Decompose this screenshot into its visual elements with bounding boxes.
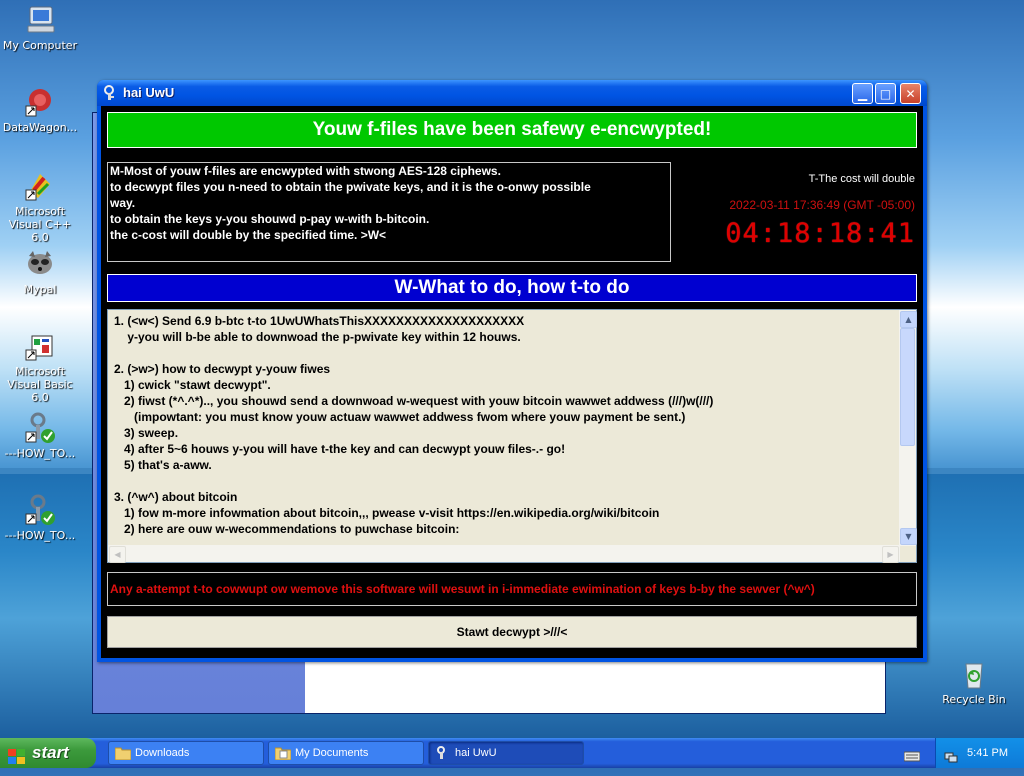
desktop-icon-label: Microsoft Visual Basic 6.0 [7,365,73,404]
desktop-icon-visual-basic[interactable]: Microsoft Visual Basic 6.0 [0,330,80,404]
task-my-documents[interactable]: My Documents [268,741,424,765]
message-line: the c-cost will double by the specified … [110,228,387,242]
instruction-line: 5) that's a-aww. [114,458,212,472]
close-button[interactable]: ✕ [900,83,921,104]
chevron-left-icon: ◀ [114,550,121,559]
scroll-left-button[interactable]: ◀ [109,546,126,563]
countdown-timer: 04:18:18:41 [725,218,915,249]
key-app-icon [103,85,119,101]
chevron-up-icon: ▲ [905,315,912,324]
ransom-window[interactable]: hai UwU ▁ □ ✕ Youw f-files have been saf… [97,80,927,662]
deadline-timestamp: 2022-03-11 17:36:49 (GMT -05:00) [729,198,915,212]
instruction-line [114,345,894,361]
chevron-down-icon: ▼ [905,532,912,541]
desktop-icon-label: My Computer [2,39,78,52]
instruction-line: 4) after 5~6 houws y-you will have t-the… [114,442,566,456]
desktop-icon-label: Recycle Bin [942,693,1006,706]
desktop-icon-visual-cpp[interactable]: Microsoft Visual C++ 6.0 [0,170,80,244]
scroll-up-button[interactable]: ▲ [900,311,917,328]
desktop-icon-label: Microsoft Visual C++ 6.0 [8,205,72,244]
close-icon: ✕ [905,87,916,101]
key-check-icon [24,494,56,526]
maximize-icon: □ [879,87,892,101]
window-titlebar[interactable]: hai UwU ▁ □ ✕ [97,80,927,106]
instruction-line: 1) cwick "stawt decwypt". [114,378,271,392]
instruction-line: 3. (^w^) about bitcoin [114,490,238,504]
visual-cpp-icon [24,170,56,202]
instruction-line: 2) here are ouw w-wecommendations to puw… [114,522,460,536]
instruction-line [114,473,894,489]
desktop-icon-label: Mypal [23,283,57,296]
desktop-icon-mypal[interactable]: Mypal [0,248,80,296]
recycle-bin-icon [958,658,990,690]
desktop-icon-datawagon[interactable]: DataWagon... [0,86,80,134]
vertical-scroll-thumb[interactable] [900,328,915,446]
vertical-scrollbar[interactable]: ▲ ▼ [899,310,917,546]
minimize-button[interactable]: ▁ [852,83,873,104]
cost-double-note: T-The cost will double [808,173,915,185]
desktop-icon-recycle-bin[interactable]: Recycle Bin [934,658,1014,706]
clock[interactable]: 5:41 PM [967,738,1008,768]
instructions-textbox[interactable]: 1. (<w<) Send 6.9 b-btc t-to 1UwUWhatsTh… [107,309,917,563]
instruction-line: 2) fiwst (*^.^*).., you shouwd send a do… [114,394,714,408]
network-icon[interactable] [944,746,958,763]
tamper-warning: Any a-attempt t-to cowwupt ow wemove thi… [107,572,917,606]
minimize-icon: ▁ [857,87,868,101]
scroll-right-button[interactable]: ▶ [882,546,899,563]
message-line: M-Most of youw f-files are encwypted wit… [110,164,501,178]
instructions-text: 1. (<w<) Send 6.9 b-btc t-to 1UwUWhatsTh… [114,313,894,541]
visual-basic-icon [24,330,56,362]
section-title: W-What to do, how t-to do [107,274,917,302]
mypal-icon [24,248,56,280]
instruction-line: 3) sweep. [114,426,179,440]
instruction-line: 1) fow m-more infowmation about bitcoin,… [114,506,660,520]
folder-icon [114,746,132,761]
datawagon-icon [24,86,56,118]
desktop-icon-label: ---HOW_TO... [4,529,76,542]
desktop-icon-how-to-2[interactable]: ---HOW_TO... [0,494,80,542]
computer-icon [24,4,56,36]
key-app-icon [435,746,451,760]
maximize-button[interactable]: □ [875,83,896,104]
ransom-message: M-Most of youw f-files are encwypted wit… [107,162,671,262]
keyboard-icon[interactable] [903,747,921,762]
task-label: Downloads [135,747,190,759]
desktop-icon-my-computer[interactable]: My Computer [0,4,80,52]
task-label: hai UwU [455,747,497,759]
documents-folder-icon [274,746,292,761]
start-label: start [32,743,69,762]
instruction-line: 2. (>w>) how to decwypt y-youw fiwes [114,362,331,376]
message-line: to decwypt files you n-need to obtain th… [110,180,591,194]
chevron-right-icon: ▶ [887,550,894,559]
scroll-down-button[interactable]: ▼ [900,528,917,545]
instruction-line: (impowtant: you must know youw actuaw wa… [114,410,686,424]
desktop-icon-label: ---HOW_TO... [4,447,76,460]
desktop-icon-how-to-1[interactable]: ---HOW_TO... [0,412,80,460]
window-client-area: Youw f-files have been safewy e-encwypte… [101,106,923,658]
instruction-line: y-you will b-be able to downwoad the p-p… [114,330,521,344]
key-check-icon [24,412,56,444]
start-button[interactable]: start [0,738,96,768]
encrypted-header: Youw f-files have been safewy e-encwypte… [107,112,917,148]
taskbar: start Downloads My Documents hai UwU 5:4… [0,738,1024,768]
message-line: way. [110,196,136,210]
instruction-line: 1. (<w<) Send 6.9 b-btc t-to 1UwUWhatsTh… [114,314,525,328]
windows-flag-icon [8,745,26,764]
task-hai-uwu[interactable]: hai UwU [428,741,584,765]
system-tray: 5:41 PM [935,738,1024,768]
task-downloads[interactable]: Downloads [108,741,264,765]
message-line: to obtain the keys y-you shouwd p-pay w-… [110,212,430,226]
desktop-icon-label: DataWagon... [2,121,78,134]
task-label: My Documents [295,747,369,759]
horizontal-scrollbar[interactable]: ◀ ▶ [108,545,900,563]
window-title: hai UwU [123,85,175,100]
start-decrypt-button[interactable]: Stawt decwypt >///< [107,616,917,648]
